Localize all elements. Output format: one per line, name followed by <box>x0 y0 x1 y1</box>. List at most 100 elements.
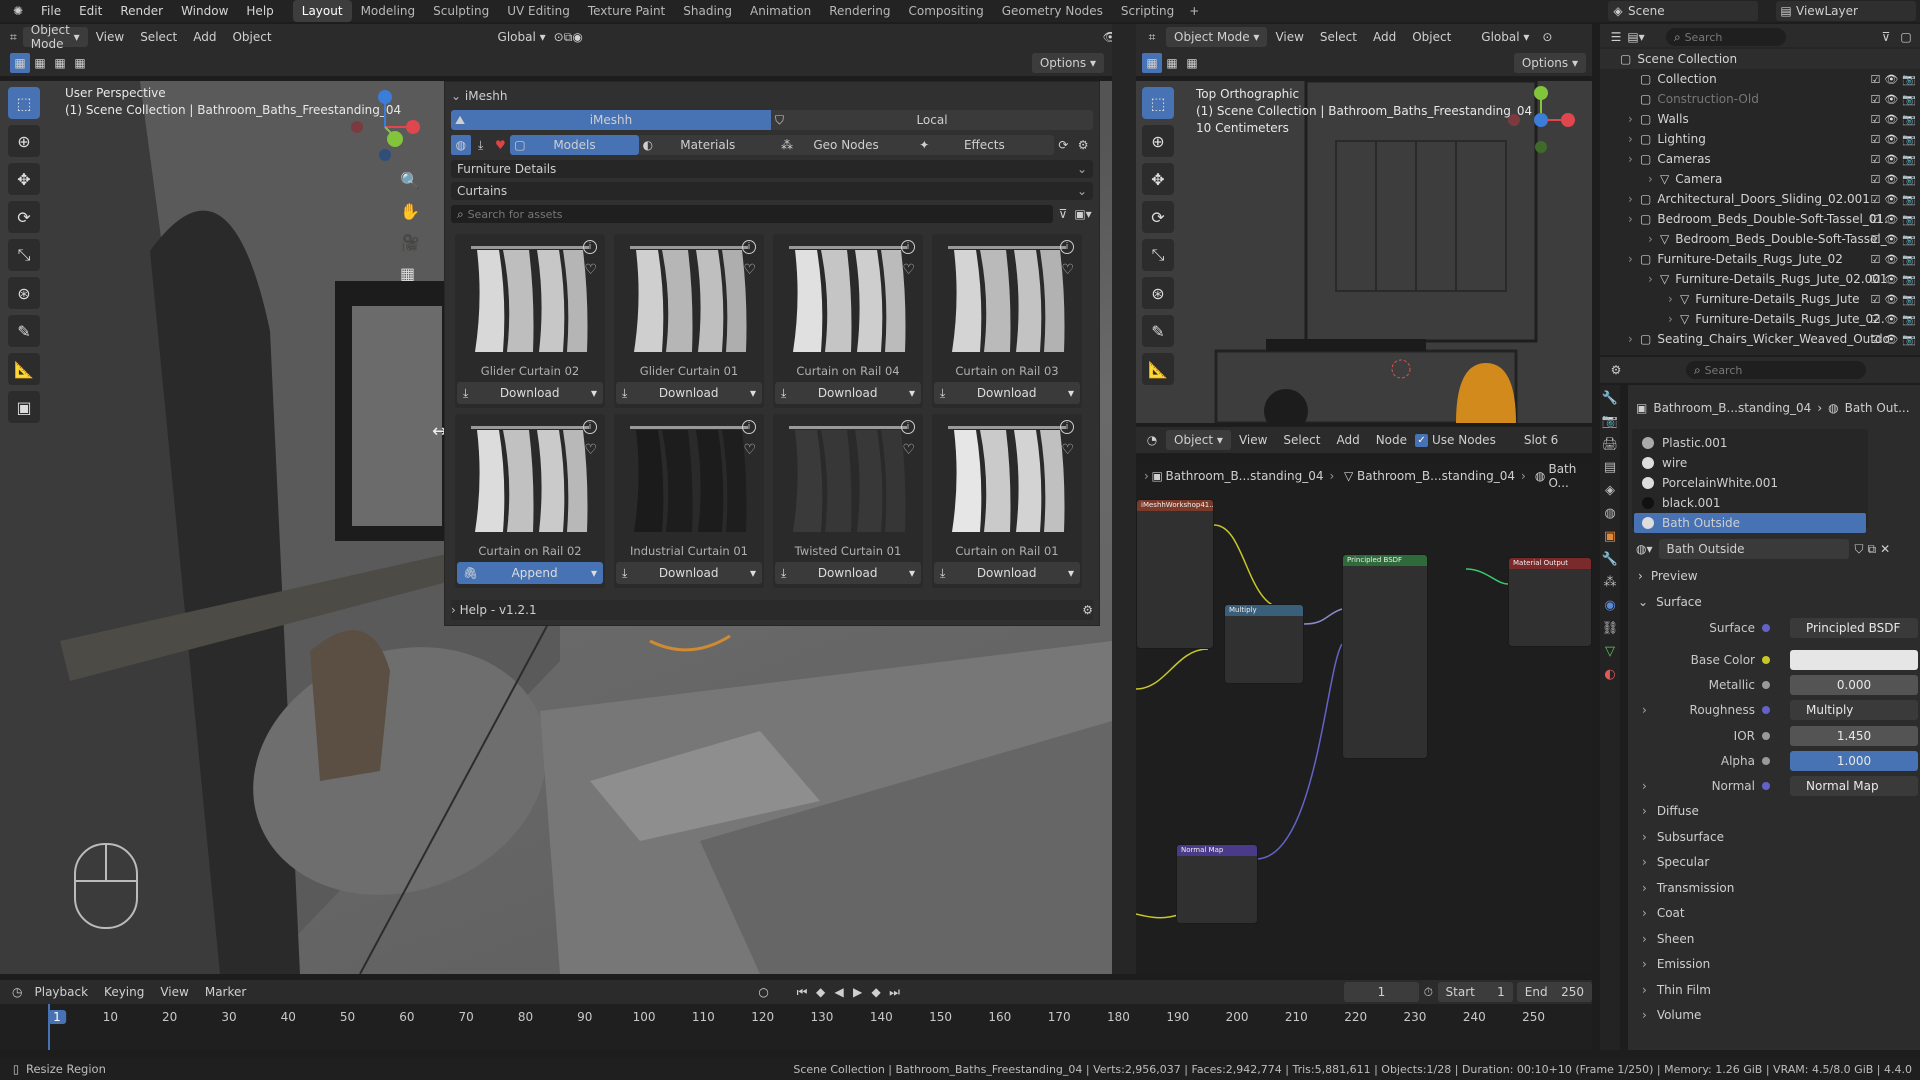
tab-geo-nodes[interactable]: ⁂ Geo Nodes <box>776 135 916 155</box>
proportional-edit-icon[interactable]: ◉ <box>572 27 582 47</box>
breadcrumb-material[interactable]: Bath O... <box>1548 462 1592 490</box>
multiply-node[interactable]: Multiply <box>1224 604 1304 684</box>
tab-local[interactable]: ⛉ Local <box>771 110 1093 130</box>
checkbox-icon[interactable]: ☑ <box>1870 113 1880 126</box>
camera-render-icon[interactable]: 📷 <box>1902 253 1916 266</box>
new-collection-icon[interactable]: ▢ <box>1896 27 1916 47</box>
outliner-row[interactable]: › ▢ Cameras ☑ 👁 📷 <box>1600 149 1920 169</box>
material-slot[interactable]: Bath Outside <box>1634 513 1866 533</box>
checkbox-icon[interactable]: ☑ <box>1870 273 1880 286</box>
camera-render-icon[interactable]: 📷 <box>1902 133 1916 146</box>
outliner-row[interactable]: › ▽ Furniture-Details_Rugs_Jute_02. ☑ 👁 📷 <box>1600 309 1920 329</box>
eye-icon[interactable]: 👁 <box>1884 113 1898 126</box>
camera-render-icon[interactable]: 📷 <box>1902 193 1916 206</box>
tab-animation[interactable]: Animation <box>741 0 820 22</box>
add-cube-tool-icon[interactable]: ▣ <box>8 391 40 423</box>
checkbox-icon[interactable]: ☑ <box>1870 313 1880 326</box>
jump-end-icon[interactable]: ⏭ <box>885 982 904 1002</box>
eye-icon[interactable]: 👁 <box>1884 313 1898 326</box>
editor-type-icon[interactable]: ⌗ <box>1142 27 1162 47</box>
orientation-dropdown[interactable]: Global ▾ <box>490 27 554 47</box>
checkbox-icon[interactable]: ☑ <box>1870 73 1880 86</box>
grid-view-icon[interactable]: ▦ <box>400 264 420 283</box>
outliner-row[interactable]: › ▽ Camera ☑ 👁 📷 <box>1600 169 1920 189</box>
property-field[interactable]: Principled BSDF <box>1790 618 1918 638</box>
object-tab-icon[interactable]: ▣ <box>1604 529 1616 544</box>
eye-icon[interactable]: 👁 <box>1884 193 1898 206</box>
editor-type-icon[interactable]: ◔ <box>1142 430 1162 450</box>
rotate-tool-icon[interactable]: ⟳ <box>8 201 40 233</box>
asset-thumbnail[interactable] <box>622 420 756 538</box>
imeshh-header[interactable]: ⌄ iMeshh <box>451 86 1093 106</box>
preview-section[interactable]: › Preview <box>1628 565 1920 587</box>
camera-render-icon[interactable]: 📷 <box>1902 333 1916 346</box>
chevron-down-icon[interactable]: ▾ <box>1062 566 1080 580</box>
camera-render-icon[interactable]: 📷 <box>1902 93 1916 106</box>
checkbox-icon[interactable]: ☑ <box>1870 173 1880 186</box>
fake-user-icon[interactable]: ⛉ <box>1855 542 1864 557</box>
eye-icon[interactable]: 👁 <box>1884 253 1898 266</box>
data-tab-icon[interactable]: ▽ <box>1605 644 1615 659</box>
subsection-sheen[interactable]: › Sheen <box>1628 928 1920 950</box>
globe-icon[interactable]: ◍ <box>451 135 471 155</box>
expand-chevron-icon[interactable]: › <box>1628 152 1640 166</box>
physics-tab-icon[interactable]: ◉ <box>1604 598 1615 613</box>
display-mode-icon[interactable]: ▤▾ <box>1626 27 1646 47</box>
pan-hand-icon[interactable]: ✋ <box>400 202 420 221</box>
menu-add[interactable]: Add <box>1365 27 1404 47</box>
transform-tool-icon[interactable]: ⊛ <box>8 277 40 309</box>
category-dropdown[interactable]: Furniture Details ⌄ <box>451 160 1093 178</box>
image-texture-node[interactable]: iMeshhWorkshop41... <box>1136 499 1214 649</box>
outliner-row[interactable]: ▢ Construction-Old ☑ 👁 📷 <box>1600 89 1920 109</box>
camera-render-icon[interactable]: 📷 <box>1902 293 1916 306</box>
timeline-editor-icon[interactable]: ◷ <box>8 982 27 1002</box>
settings-gear-icon[interactable]: ⚙ <box>1073 135 1093 155</box>
filter-icon[interactable]: ⊽ <box>1876 27 1896 47</box>
normal-map-node[interactable]: Normal Map <box>1176 844 1258 924</box>
append-button[interactable]: 🖇 Append ▾ <box>457 562 603 584</box>
measure-tool-icon[interactable]: 📐 <box>8 353 40 385</box>
stopwatch-icon[interactable]: ⏱ <box>1419 982 1438 1002</box>
expand-chevron-icon[interactable]: › <box>1668 312 1680 326</box>
chevron-down-icon[interactable]: ▾ <box>585 386 603 400</box>
chevron-down-icon[interactable]: ▾ <box>744 386 762 400</box>
outliner-row[interactable]: › ▽ Bedroom_Beds_Double-Soft-Tassel_ ☑ 👁 📷 <box>1600 229 1920 249</box>
outliner-row[interactable]: › ▢ Bedroom_Beds_Double-Soft-Tassel_01. ☑ 👁 📷 <box>1600 209 1920 229</box>
filter-icon[interactable]: ⊽ <box>1053 204 1073 224</box>
subsection-subsurface[interactable]: › Subsurface <box>1628 826 1920 848</box>
property-field[interactable]: Normal Map <box>1790 776 1918 796</box>
property-field[interactable]: Multiply <box>1790 700 1918 720</box>
checkbox-icon[interactable]: ✓ <box>1415 433 1429 447</box>
help-panel-header[interactable]: › Help - v1.2.1 ⚙ <box>451 600 1093 620</box>
asset-thumbnail[interactable] <box>463 240 597 358</box>
expand-chevron-icon[interactable]: › <box>1648 232 1660 246</box>
menu-playback[interactable]: Playback <box>27 982 97 1002</box>
pivot-icon[interactable]: ⊙ <box>1537 27 1557 47</box>
keyframe-record-icon[interactable]: ○ <box>754 982 773 1002</box>
options-dropdown[interactable]: Options ▾ <box>1031 53 1104 73</box>
menu-object[interactable]: Object <box>224 27 279 47</box>
annotate-tool-icon[interactable]: ✎ <box>8 315 40 347</box>
checkbox-icon[interactable]: ☑ <box>1870 93 1880 106</box>
outliner-row[interactable]: › ▢ Lighting ☑ 👁 📷 <box>1600 129 1920 149</box>
eye-icon[interactable]: 👁 <box>1884 93 1898 106</box>
favorite-heart-icon[interactable]: ♡ <box>743 262 756 278</box>
outliner-search-input[interactable]: ⌕ Search <box>1666 28 1786 46</box>
asset-thumbnail[interactable] <box>940 420 1074 538</box>
menu-help[interactable]: Help <box>237 0 282 22</box>
menu-view[interactable]: View <box>88 27 132 47</box>
modifier-tab-icon[interactable]: 🔧 <box>1602 552 1618 567</box>
expand-chevron-icon[interactable]: › <box>1628 132 1640 146</box>
blender-logo-icon[interactable]: ✺ <box>8 1 28 21</box>
menu-add[interactable]: Add <box>185 27 224 47</box>
eye-icon[interactable]: 👁 <box>1884 213 1898 226</box>
material-browse-icon[interactable]: ◍▾ <box>1636 542 1653 556</box>
select-subtract-icon[interactable]: ▦ <box>50 53 70 73</box>
info-icon[interactable]: i <box>742 420 756 434</box>
snap-icon[interactable]: ⧉ <box>564 27 573 47</box>
tab-effects[interactable]: ✦ Effects <box>915 135 1054 155</box>
breadcrumb-object[interactable]: Bathroom_B...standing_04 <box>1166 469 1324 483</box>
chevron-down-icon[interactable]: ▾ <box>903 566 921 580</box>
select-extend-icon[interactable]: ▦ <box>30 53 50 73</box>
slot-dropdown[interactable]: Slot 6 <box>1516 430 1566 450</box>
